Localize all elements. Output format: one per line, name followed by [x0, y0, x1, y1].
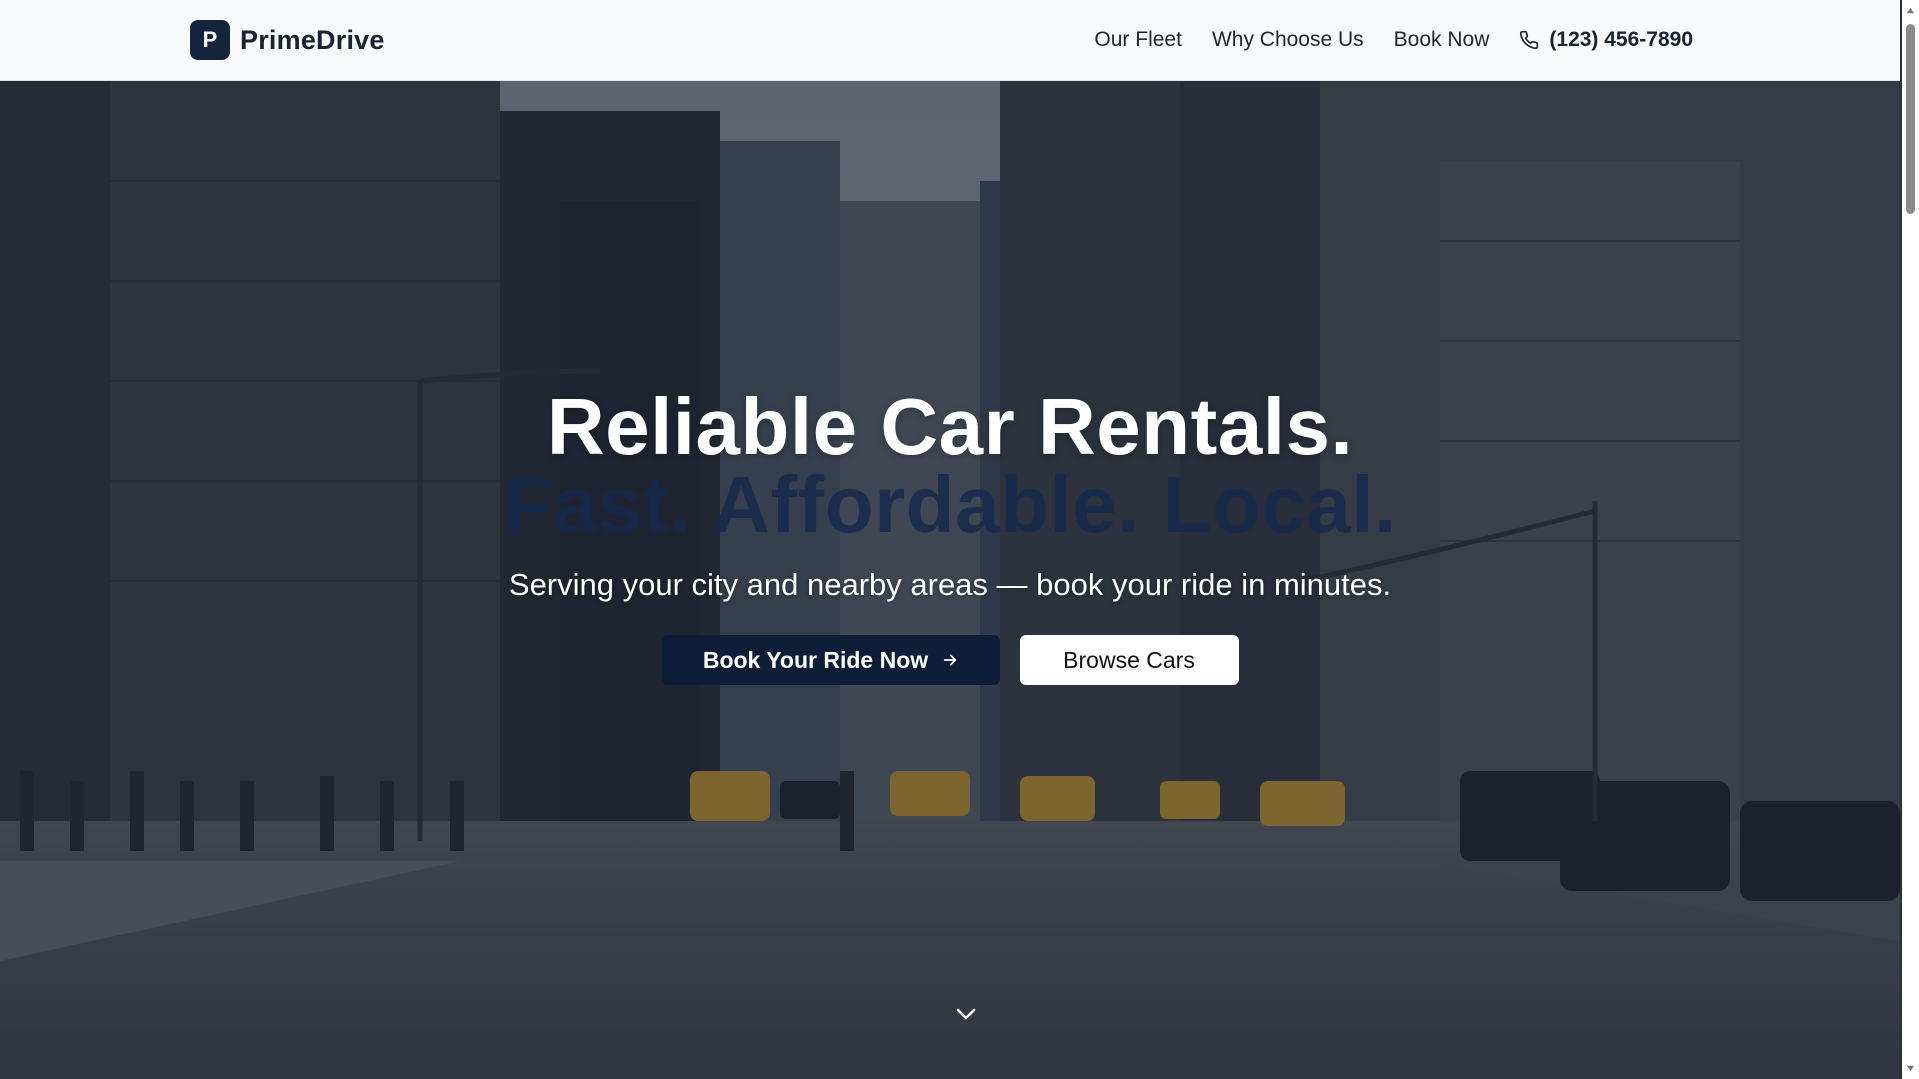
chevron-down-icon[interactable] — [955, 1007, 977, 1026]
nav-link-why-choose-us[interactable]: Why Choose Us — [1212, 28, 1364, 52]
hero-content: Reliable Car Rentals. Fast. Affordable. … — [0, 381, 1900, 685]
scrollbar-thumb[interactable] — [1906, 24, 1915, 214]
phone-number: (123) 456-7890 — [1549, 28, 1693, 51]
book-ride-button[interactable]: Book Your Ride Now — [661, 635, 1000, 685]
brand-name: PrimeDrive — [240, 24, 385, 55]
arrow-right-icon — [942, 647, 958, 674]
logo-mark: P — [190, 20, 230, 60]
hero-subheadline: Serving your city and nearby areas — boo… — [508, 567, 1392, 602]
scroll-up-arrow-icon[interactable] — [1906, 6, 1915, 15]
book-ride-label: Book Your Ride Now — [702, 646, 929, 673]
page-scrollbar[interactable] — [1902, 0, 1919, 1079]
phone-link[interactable]: (123) 456-7890 — [1519, 28, 1693, 52]
nav-link-our-fleet[interactable]: Our Fleet — [1094, 28, 1182, 52]
hero-tagline: Fast. Affordable. Local. — [503, 460, 1397, 549]
brand[interactable]: P PrimeDrive — [190, 20, 385, 60]
site-header: P PrimeDrive Our Fleet Why Choose Us Boo… — [0, 0, 1900, 81]
browse-cars-button[interactable]: Browse Cars — [1019, 635, 1239, 685]
scroll-down-arrow-icon[interactable] — [1906, 1064, 1915, 1073]
phone-icon — [1519, 30, 1539, 50]
main-nav: Our Fleet Why Choose Us Book Now (123) 4… — [1094, 20, 1693, 60]
nav-link-book-now[interactable]: Book Now — [1394, 28, 1490, 52]
hero-section: Reliable Car Rentals. Fast. Affordable. … — [0, 81, 1900, 1079]
cta-row: Book Your Ride Now Browse Cars — [0, 635, 1900, 685]
